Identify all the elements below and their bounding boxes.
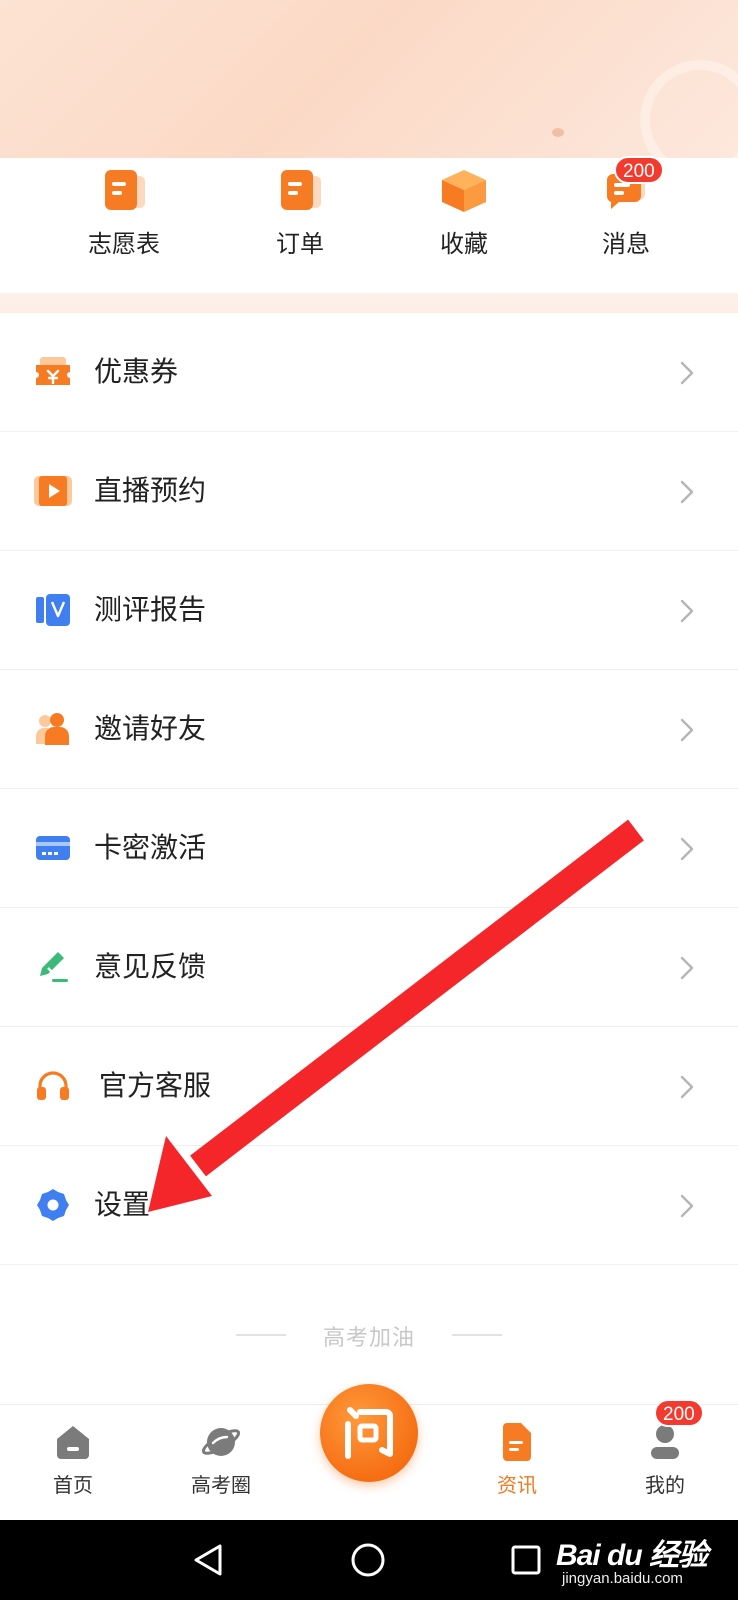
quick-action-label: 订单 (276, 231, 324, 258)
home-icon (57, 1426, 89, 1459)
recents-square-icon[interactable] (506, 1540, 546, 1580)
menu-item-assessment-report[interactable]: 测评报告 (0, 551, 738, 670)
home-circle-icon[interactable] (348, 1540, 388, 1580)
tab-label: 我的 (645, 1475, 685, 1497)
report-icon (36, 594, 70, 626)
tab-label: 高考圈 (191, 1475, 251, 1497)
menu-item-invite-friends[interactable]: 邀请好友 (0, 670, 738, 789)
mine-count-badge: 200 (654, 1399, 704, 1427)
chevron-right-icon (680, 956, 694, 980)
menu-item-live-booking[interactable]: 直播预约 (0, 432, 738, 551)
edit-pen-icon (40, 952, 68, 982)
coupon-icon (36, 357, 70, 385)
menu-item-coupons[interactable]: 优惠券 (0, 313, 738, 432)
tab-label: 资讯 (497, 1475, 537, 1497)
menu-item-label: 邀请好友 (94, 713, 207, 744)
menu-item-label: 官方客服 (99, 1070, 212, 1101)
tab-mine[interactable]: 我的 (610, 1423, 720, 1507)
tab-label: 首页 (53, 1475, 93, 1497)
news-doc-icon (503, 1423, 531, 1461)
chevron-right-icon (680, 1194, 694, 1218)
quick-action-wishlist[interactable]: 志愿表 (64, 168, 184, 278)
baidu-jingyan-watermark: Bai du 经验 jingyan.baidu.com (556, 1524, 726, 1596)
quick-action-orders[interactable]: 订单 (240, 168, 360, 278)
menu-item-feedback[interactable]: 意见反馈 (0, 908, 738, 1027)
planet-icon (201, 1428, 241, 1456)
chevron-right-icon (680, 599, 694, 623)
quick-action-messages[interactable]: 消息 (566, 168, 686, 278)
live-play-icon (34, 476, 72, 506)
menu-item-settings[interactable]: 设置 (0, 1146, 738, 1265)
cheer-text: 高考加油 (322, 1325, 415, 1350)
chevron-right-icon (680, 718, 694, 742)
settings-menu-list: 优惠券 直播预约 测评报告 邀请好友 卡密激活 意见反馈 官方客服 设置 (0, 313, 738, 1265)
quick-actions-bar: 志愿表 订单 收藏 消息 200 (0, 156, 738, 293)
chevron-right-icon (680, 837, 694, 861)
form-doc-icon (105, 170, 145, 210)
quick-action-label: 消息 (602, 231, 650, 258)
quick-action-label: 志愿表 (88, 231, 160, 258)
headset-icon (37, 1071, 69, 1100)
chevron-right-icon (680, 1075, 694, 1099)
decorative-dot (552, 128, 564, 137)
chevron-right-icon (680, 480, 694, 504)
menu-item-label: 卡密激活 (94, 832, 207, 863)
message-count-badge: 200 (614, 156, 664, 184)
tab-home[interactable]: 首页 (18, 1423, 128, 1507)
decorative-ring (640, 60, 738, 158)
card-icon (36, 836, 70, 860)
menu-item-label: 直播预约 (94, 475, 207, 506)
menu-item-label: 设置 (94, 1189, 151, 1220)
invite-user-icon (36, 713, 69, 745)
tab-exam-circle[interactable]: 高考圈 (166, 1423, 276, 1507)
back-triangle-icon[interactable] (190, 1540, 230, 1580)
section-divider (0, 293, 738, 313)
menu-item-card-activation[interactable]: 卡密激活 (0, 789, 738, 908)
menu-item-label: 优惠券 (94, 356, 179, 387)
quick-action-favorites[interactable]: 收藏 (404, 168, 524, 278)
chevron-right-icon (680, 361, 694, 385)
cheer-footer: 高考加油 (0, 1320, 738, 1350)
profile-header-banner (0, 0, 738, 158)
tab-news[interactable]: 资讯 (462, 1423, 572, 1507)
quick-action-label: 收藏 (440, 231, 488, 258)
menu-item-label: 测评报告 (94, 594, 207, 625)
divider-line-right (452, 1334, 502, 1336)
box-icon (442, 170, 486, 212)
ask-wen-icon (345, 1407, 393, 1459)
menu-item-label: 意见反馈 (94, 951, 207, 982)
watermark-url: jingyan.baidu.com (562, 1570, 683, 1587)
order-doc-icon (281, 170, 321, 210)
menu-item-customer-service[interactable]: 官方客服 (0, 1027, 738, 1146)
ask-question-button[interactable] (320, 1384, 418, 1482)
gear-icon (37, 1189, 69, 1221)
watermark-brand: Bai du 经验 (556, 1539, 708, 1572)
